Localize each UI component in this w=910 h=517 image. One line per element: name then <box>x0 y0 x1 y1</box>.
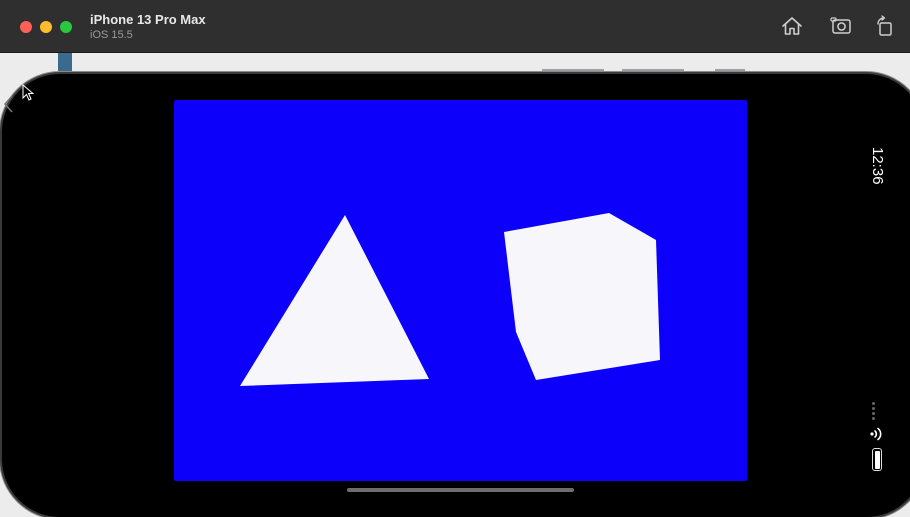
home-button[interactable] <box>780 14 804 38</box>
simulator-window: iPhone 13 Pro Max iOS 15.5 12:36 <box>0 0 910 517</box>
title-bar: iPhone 13 Pro Max iOS 15.5 <box>0 0 910 53</box>
battery-fill <box>874 450 880 469</box>
background-widget <box>58 53 72 71</box>
home-indicator[interactable] <box>347 488 574 492</box>
close-window-button[interactable] <box>20 21 32 33</box>
zoom-window-button[interactable] <box>60 21 72 33</box>
background-widget <box>715 69 745 73</box>
rotate-icon <box>877 15 892 36</box>
status-time: 12:36 <box>869 147 886 185</box>
app-render-view[interactable] <box>174 100 747 481</box>
back-chevron-icon <box>4 95 13 113</box>
title-block: iPhone 13 Pro Max iOS 15.5 <box>90 12 206 42</box>
background-widget <box>542 69 604 73</box>
minimize-window-button[interactable] <box>40 21 52 33</box>
wifi-icon <box>870 427 882 441</box>
home-icon <box>782 17 802 35</box>
screenshot-button[interactable] <box>829 14 853 38</box>
scene-canvas <box>240 213 660 386</box>
background-widget <box>622 69 684 73</box>
status-dots-icon <box>872 402 876 420</box>
os-version: iOS 15.5 <box>90 29 133 41</box>
cube-shape <box>504 213 660 380</box>
mouse-cursor-icon <box>22 84 34 101</box>
triangle-shape <box>240 215 429 386</box>
battery-icon <box>872 448 882 471</box>
device-name: iPhone 13 Pro Max <box>90 12 206 27</box>
rotate-button[interactable] <box>873 14 897 38</box>
screenshot-icon <box>830 17 851 34</box>
